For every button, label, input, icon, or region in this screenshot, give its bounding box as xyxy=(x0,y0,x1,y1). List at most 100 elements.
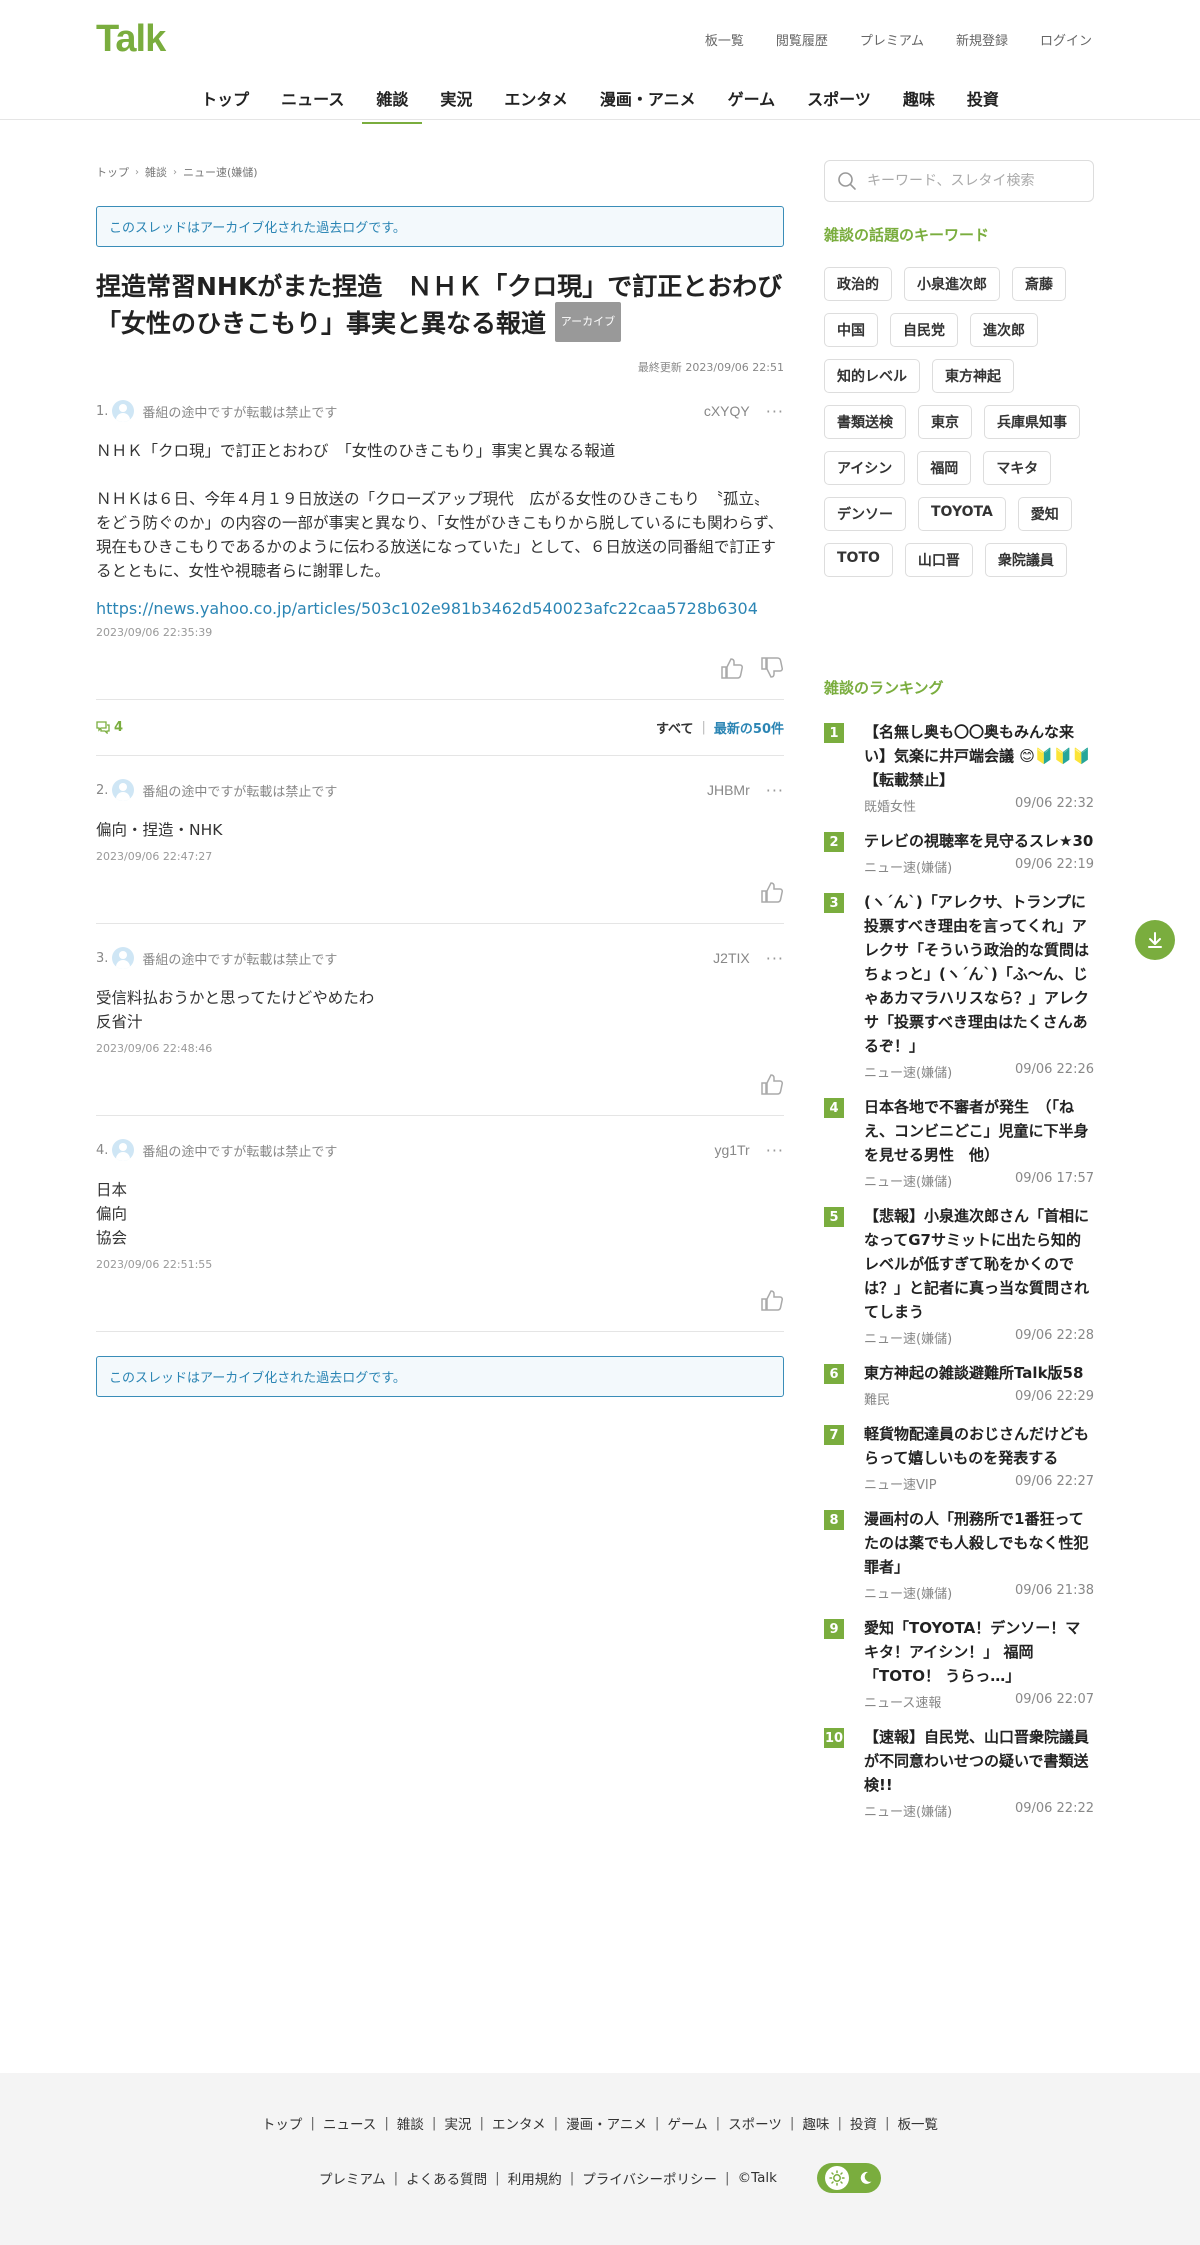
footer-link[interactable]: 投資 xyxy=(850,2113,877,2133)
nav-investment[interactable]: 投資 xyxy=(953,78,1013,124)
ranking-item[interactable]: 6 東方神起の雑談避難所Talk版58 難民 09/06 22:29 xyxy=(824,1361,1094,1408)
footer-link[interactable]: 実況 xyxy=(444,2113,471,2133)
poster-id[interactable]: JHBMr xyxy=(707,782,750,798)
thumbs-up-icon[interactable] xyxy=(760,1073,784,1095)
footer-link[interactable]: プライバシーポリシー xyxy=(582,2168,717,2188)
rank-title[interactable]: 【悲報】小泉進次郎さん「首相になってG7サミットに出たら知的レベルが低すぎて恥を… xyxy=(864,1204,1094,1324)
nav-entertainment[interactable]: エンタメ xyxy=(490,78,582,124)
keyword-tag[interactable]: 知的レベル xyxy=(824,359,920,393)
footer-link[interactable]: トップ xyxy=(262,2113,303,2133)
breadcrumb-chat[interactable]: 雑談 xyxy=(145,164,167,180)
ranking-item[interactable]: 10 【速報】自民党、山口晋衆院議員が不同意わいせつの疑いで書類送検!! ニュー… xyxy=(824,1725,1094,1820)
rank-meta: 難民 09/06 22:29 xyxy=(864,1389,1094,1408)
nav-news[interactable]: ニュース xyxy=(267,78,358,124)
footer-link[interactable]: プレミアム xyxy=(319,2168,386,2188)
footer-link[interactable]: ゲーム xyxy=(667,2113,707,2133)
breadcrumb-top[interactable]: トップ xyxy=(96,164,129,180)
post-actions xyxy=(96,1073,784,1115)
breadcrumb-board[interactable]: ニュー速(嫌儲) xyxy=(183,164,258,180)
keyword-tag[interactable]: 福岡 xyxy=(917,451,972,485)
keyword-tag[interactable]: 中国 xyxy=(824,313,878,347)
nav-hobby[interactable]: 趣味 xyxy=(889,78,949,124)
rank-title[interactable]: 愛知「TOYOTA！デンソー！マキタ！アイシン！」 福岡「TOTO！ うらっ…」 xyxy=(864,1616,1094,1688)
footer-link[interactable]: エンタメ xyxy=(492,2113,546,2133)
comment-count: 4 xyxy=(96,720,123,735)
keyword-tag[interactable]: 進次郎 xyxy=(970,313,1038,347)
keyword-tag[interactable]: アイシン xyxy=(824,451,906,485)
rank-title[interactable]: 漫画村の人「刑務所で1番狂ってたのは薬でも人殺しでもなく性犯罪者」 xyxy=(864,1507,1094,1579)
keyword-tag[interactable]: 小泉進次郎 xyxy=(904,267,1000,301)
ranking-item[interactable]: 8 漫画村の人「刑務所で1番狂ってたのは薬でも人殺しでもなく性犯罪者」 ニュー速… xyxy=(824,1507,1094,1602)
keyword-tag[interactable]: 衆院議員 xyxy=(984,543,1067,577)
footer-link[interactable]: よくある質問 xyxy=(406,2168,487,2188)
filter-all[interactable]: すべて xyxy=(656,718,694,737)
search-input[interactable] xyxy=(867,173,1067,189)
keyword-tag[interactable]: TOTO xyxy=(824,543,893,577)
poster-id[interactable]: cXYQY xyxy=(704,403,750,419)
nav-sports[interactable]: スポーツ xyxy=(793,78,885,124)
keyword-tag[interactable]: 愛知 xyxy=(1017,497,1072,531)
ranking-item[interactable]: 5 【悲報】小泉進次郎さん「首相になってG7サミットに出たら知的レベルが低すぎて… xyxy=(824,1204,1094,1347)
scroll-down-button[interactable] xyxy=(1135,920,1175,960)
more-options-icon[interactable]: ··· xyxy=(766,402,784,421)
theme-toggle[interactable] xyxy=(816,2163,881,2193)
keyword-tag[interactable]: 斎藤 xyxy=(1012,267,1066,301)
ranking-item[interactable]: 4 日本各地で不審者が発生 （「ねえ、コンビニどこ」児童に下半身を見せる男性 他… xyxy=(824,1095,1094,1190)
site-logo[interactable]: Talk xyxy=(96,18,166,61)
filter-latest-50[interactable]: 最新の50件 xyxy=(714,718,784,737)
rank-title[interactable]: テレビの視聴率を見守るスレ★30 xyxy=(864,829,1094,853)
poster-id[interactable]: yg1Tr xyxy=(714,1142,749,1158)
footer-link[interactable]: 漫画・アニメ xyxy=(566,2113,647,2133)
nav-live[interactable]: 実況 xyxy=(426,78,486,124)
premium-link[interactable]: プレミアム xyxy=(860,30,924,49)
more-options-icon[interactable]: ··· xyxy=(766,781,784,800)
board-list-link[interactable]: 板一覧 xyxy=(705,30,744,49)
more-options-icon[interactable]: ··· xyxy=(766,1141,784,1160)
footer-link[interactable]: 利用規約 xyxy=(508,2168,562,2188)
keyword-tag[interactable]: 書類送検 xyxy=(824,405,906,439)
footer-link[interactable]: 趣味 xyxy=(802,2113,829,2133)
thumbs-up-icon[interactable] xyxy=(760,1289,784,1311)
thumbs-up-icon[interactable] xyxy=(720,657,744,679)
keyword-tag[interactable]: マキタ xyxy=(983,451,1052,485)
keyword-tag[interactable]: 東京 xyxy=(918,405,972,439)
thumbs-down-icon[interactable] xyxy=(760,657,784,679)
rank-title[interactable]: 軽貨物配達員のおじさんだけどもらって嬉しいものを発表する xyxy=(864,1422,1094,1470)
post-number: 1. xyxy=(96,403,109,419)
footer-link[interactable]: 雑談 xyxy=(397,2113,424,2133)
post-link[interactable]: https://news.yahoo.co.jp/articles/503c10… xyxy=(96,599,784,618)
ranking-item[interactable]: 7 軽貨物配達員のおじさんだけどもらって嬉しいものを発表する ニュー速VIP 09… xyxy=(824,1422,1094,1493)
keyword-tag[interactable]: 自民党 xyxy=(890,313,958,347)
keyword-tag[interactable]: 東方神起 xyxy=(932,359,1014,393)
rank-title[interactable]: 【名無し奥も〇〇奥もみんな来い】気楽に井戸端会議 😊🔰🔰🔰【転載禁止】 xyxy=(864,720,1094,792)
footer-link[interactable]: ニュース xyxy=(323,2113,376,2133)
keyword-tag[interactable]: 山口晋 xyxy=(904,543,973,577)
nav-manga-anime[interactable]: 漫画・アニメ xyxy=(586,78,710,124)
ranking-item[interactable]: 2 テレビの視聴率を見守るスレ★30 ニュー速(嫌儲) 09/06 22:19 xyxy=(824,829,1094,876)
signup-link[interactable]: 新規登録 xyxy=(956,30,1008,49)
ranking-item[interactable]: 1 【名無し奥も〇〇奥もみんな来い】気楽に井戸端会議 😊🔰🔰🔰【転載禁止】 既婚… xyxy=(824,720,1094,815)
post-actions xyxy=(96,657,784,699)
poster-id[interactable]: J2TIX xyxy=(713,950,750,966)
footer-link[interactable]: スポーツ xyxy=(728,2113,782,2133)
rank-time: 09/06 22:07 xyxy=(1014,1692,1094,1707)
rank-title[interactable]: 東方神起の雑談避難所Talk版58 xyxy=(864,1361,1094,1385)
keyword-tag[interactable]: デンソー xyxy=(824,497,906,531)
ranking-item[interactable]: 3 (ヽ´ん`)「アレクサ、トランプに投票すべき理由を言ってくれ」アレクサ「そう… xyxy=(824,890,1094,1081)
nav-top[interactable]: トップ xyxy=(187,78,263,124)
nav-chat[interactable]: 雑談 xyxy=(362,78,423,124)
keyword-tag[interactable]: TOYOTA xyxy=(918,497,1006,531)
rank-title[interactable]: (ヽ´ん`)「アレクサ、トランプに投票すべき理由を言ってくれ」アレクサ「そういう… xyxy=(864,890,1094,1058)
more-options-icon[interactable]: ··· xyxy=(766,949,784,968)
thumbs-up-icon[interactable] xyxy=(760,881,784,903)
footer-link[interactable]: 板一覧 xyxy=(898,2113,939,2133)
rank-time: 09/06 22:28 xyxy=(1014,1328,1094,1343)
nav-game[interactable]: ゲーム xyxy=(714,78,790,124)
login-link[interactable]: ログイン xyxy=(1040,30,1092,49)
ranking-item[interactable]: 9 愛知「TOYOTA！デンソー！マキタ！アイシン！」 福岡「TOTO！ うらっ… xyxy=(824,1616,1094,1711)
history-link[interactable]: 閲覧履歴 xyxy=(776,30,828,49)
rank-title[interactable]: 日本各地で不審者が発生 （「ねえ、コンビニどこ」児童に下半身を見せる男性 他） xyxy=(864,1095,1094,1167)
keyword-tag[interactable]: 政治的 xyxy=(824,267,892,301)
rank-title[interactable]: 【速報】自民党、山口晋衆院議員が不同意わいせつの疑いで書類送検!! xyxy=(864,1725,1094,1797)
keyword-tag[interactable]: 兵庫県知事 xyxy=(984,405,1080,439)
